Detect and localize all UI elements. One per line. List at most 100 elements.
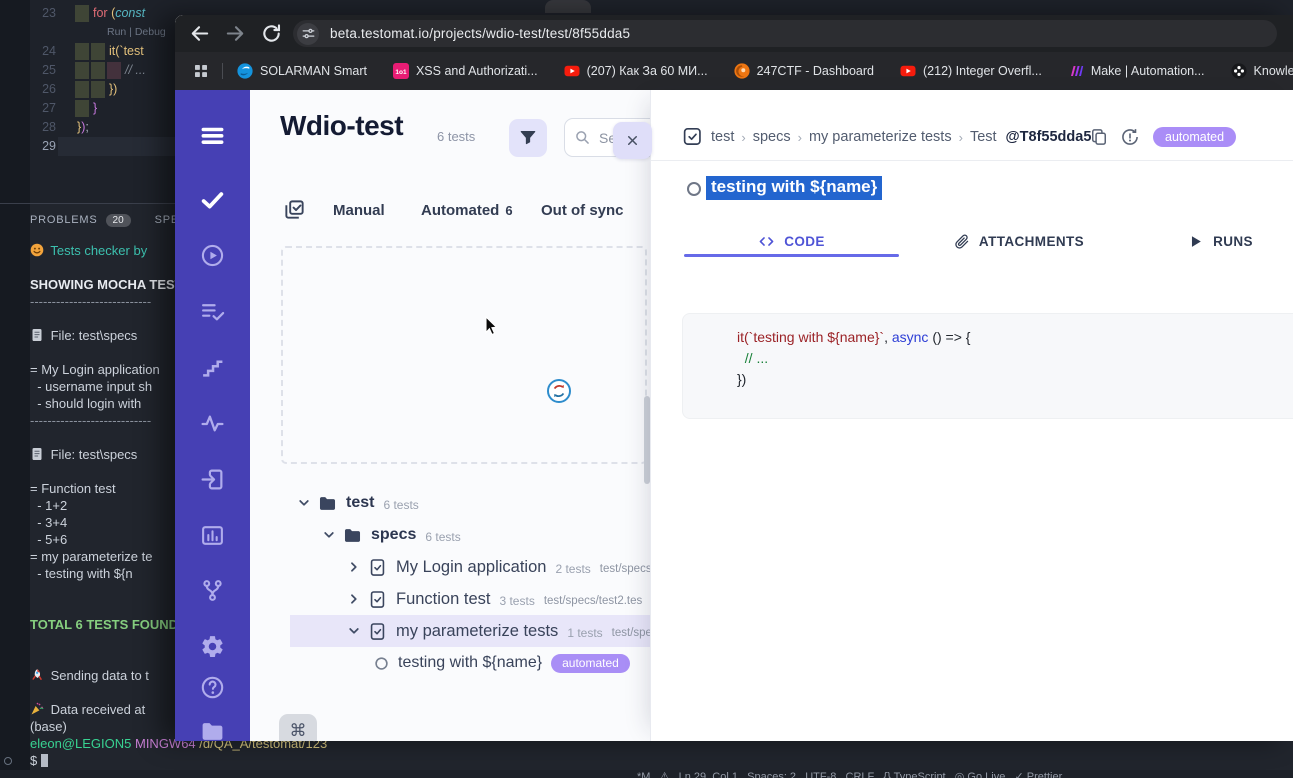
close-button[interactable] [613, 122, 652, 159]
terminal-line: = Function test [30, 481, 116, 496]
chevron-down-icon[interactable] [347, 624, 361, 638]
search-icon [576, 131, 589, 144]
bookmark[interactable]: Make | Automation... [1068, 63, 1205, 79]
tree-row[interactable]: test 6 tests [290, 487, 650, 519]
terminal-prompt-decoration-icon [4, 757, 12, 765]
reload-icon[interactable] [260, 22, 283, 45]
tree-label: Function test [396, 589, 491, 608]
command-shortcut-button[interactable]: ⌘ [279, 714, 317, 741]
bookmark[interactable]: (207) Как За 60 МИ... [564, 63, 708, 79]
tree-file-path: test/specs [599, 562, 650, 575]
line-number: 27 [42, 101, 56, 115]
line-number: 26 [42, 82, 56, 96]
indent-guide [91, 81, 105, 98]
vscode-statusbar: *M ⚠ Ln 29, Col 1 Spaces: 2 UTF-8 CRLF {… [0, 770, 1293, 778]
screen: 23 for (const Run | Debug 24 it(`test 25// ..… [0, 0, 1293, 778]
bookmark[interactable]: 247CTF - Dashboard [733, 63, 874, 79]
file-emoji-icon [30, 327, 44, 344]
sidebar-sign-in-icon[interactable] [200, 467, 225, 492]
sidebar-activity-icon[interactable] [200, 411, 225, 436]
sidebar-bar-chart-icon[interactable] [200, 523, 225, 548]
chevron-right-icon[interactable] [347, 560, 361, 574]
terminal-line: - 3+4 [30, 515, 68, 530]
terminal-line: File: test\specs [30, 446, 137, 463]
sidebar-menu-icon[interactable] [200, 123, 225, 148]
tab-code[interactable]: CODE [684, 228, 899, 254]
forward-icon[interactable] [224, 22, 247, 45]
bookmarks-bar: SOLARMAN Smart 1o1 XSS and Authorizati... (… [175, 52, 1293, 90]
indent-guide [75, 43, 89, 60]
sidebar-steps-icon[interactable] [200, 355, 225, 380]
chevron-right-icon[interactable] [347, 592, 361, 606]
breadcrumb-item[interactable]: test [711, 129, 734, 145]
test-detail-panel: test › specs › my parameterize tests › Test @T8… [613, 90, 1293, 741]
terminal-line: Sending data to t [30, 667, 149, 684]
back-icon[interactable] [188, 22, 211, 45]
tree-row[interactable]: My Login application 2 tests test/specs [290, 551, 650, 583]
terminal-line: - should login with [30, 396, 142, 411]
tab-manual[interactable]: Manual [333, 202, 385, 219]
indent-guide [75, 62, 89, 79]
url-text[interactable]: beta.testomat.io/projects/wdio-test/test… [330, 26, 630, 41]
panel-tab-spell-c[interactable]: SPELL C [155, 214, 176, 226]
bookmark[interactable]: (212) Integer Overfl... [900, 63, 1042, 79]
indent-guide [107, 62, 121, 79]
sidebar-check-icon[interactable] [200, 187, 225, 212]
url-bar[interactable]: beta.testomat.io/projects/wdio-test/test… [293, 20, 1277, 47]
test-status-circle-icon[interactable] [687, 182, 701, 196]
automated-badge: automated [551, 653, 630, 673]
sidebar-play-icon[interactable] [200, 243, 225, 268]
codelens: Run | Debug [107, 26, 166, 38]
sidebar-gear-icon[interactable] [200, 634, 225, 659]
panel-tab-problems[interactable]: PROBLEMS 20 [30, 213, 131, 227]
terminal-line: ---------------------------- [30, 413, 152, 428]
youtube-favicon [564, 63, 580, 79]
indent-guide [75, 81, 89, 98]
bookmark-label: 247CTF - Dashboard [756, 64, 874, 78]
breadcrumb-separator: › [958, 129, 963, 145]
mouse-cursor [484, 316, 502, 335]
sidebar-help-icon[interactable] [200, 675, 225, 700]
tab-attachments[interactable]: ATTACHMENTS [906, 228, 1131, 254]
app-sidebar [175, 90, 250, 741]
tree-count: 1 tests [567, 625, 603, 640]
apps-grid-icon[interactable] [192, 62, 210, 80]
tab-out-of-sync[interactable]: Out of sync [541, 202, 624, 219]
tab-runs[interactable]: RUNS [1146, 228, 1293, 254]
code-line: }) [737, 371, 747, 387]
youtube-favicon [900, 63, 916, 79]
tree-count: 2 tests [555, 561, 591, 576]
filter-button[interactable] [509, 119, 547, 157]
tree-row[interactable]: specs 6 tests [290, 519, 650, 551]
copy-icon[interactable] [1089, 127, 1109, 147]
chevron-down-icon[interactable] [297, 496, 311, 510]
bookmark[interactable]: SOLARMAN Smart [237, 63, 367, 79]
tree-count: 3 tests [499, 593, 535, 608]
breadcrumb-item[interactable]: my parameterize tests [809, 129, 952, 145]
tree-row[interactable]: my parameterize tests 1 tests test/spe [290, 615, 650, 647]
bookmark[interactable]: 1o1 XSS and Authorizati... [392, 63, 538, 79]
breadcrumb-item[interactable]: Test [970, 129, 997, 145]
file-emoji-icon [30, 446, 44, 463]
attach-icon [953, 233, 970, 250]
test-title[interactable]: testing with ${name} [706, 176, 883, 200]
tree-row[interactable]: testing with ${name} automated [290, 647, 650, 679]
tree-file-path: test/specs/test2.tes [543, 594, 643, 607]
bookmark-label: XSS and Authorizati... [415, 64, 538, 78]
sidebar-git-fork-icon[interactable] [200, 578, 225, 603]
svg-text:1o1: 1o1 [395, 69, 407, 76]
line-number: 24 [42, 44, 56, 58]
chevron-down-icon[interactable] [322, 528, 336, 542]
sync-status-icon[interactable] [1120, 127, 1140, 147]
tree-row[interactable]: Function test 3 tests test/specs/test2.tes [290, 583, 650, 615]
terminal-line: $ [30, 752, 48, 769]
tab-automated[interactable]: Automated 6 [421, 202, 513, 219]
runs-icon [1187, 233, 1204, 250]
terminal-line: = my parameterize te [30, 549, 153, 564]
breadcrumb-item[interactable]: specs [753, 129, 791, 145]
site-settings-icon[interactable] [297, 22, 319, 45]
sidebar-list-check-icon[interactable] [200, 299, 225, 324]
bookmark[interactable]: Knowledge assistan... [1230, 63, 1293, 79]
sidebar-folder-icon[interactable] [200, 719, 225, 741]
test-file-icon [368, 590, 387, 609]
